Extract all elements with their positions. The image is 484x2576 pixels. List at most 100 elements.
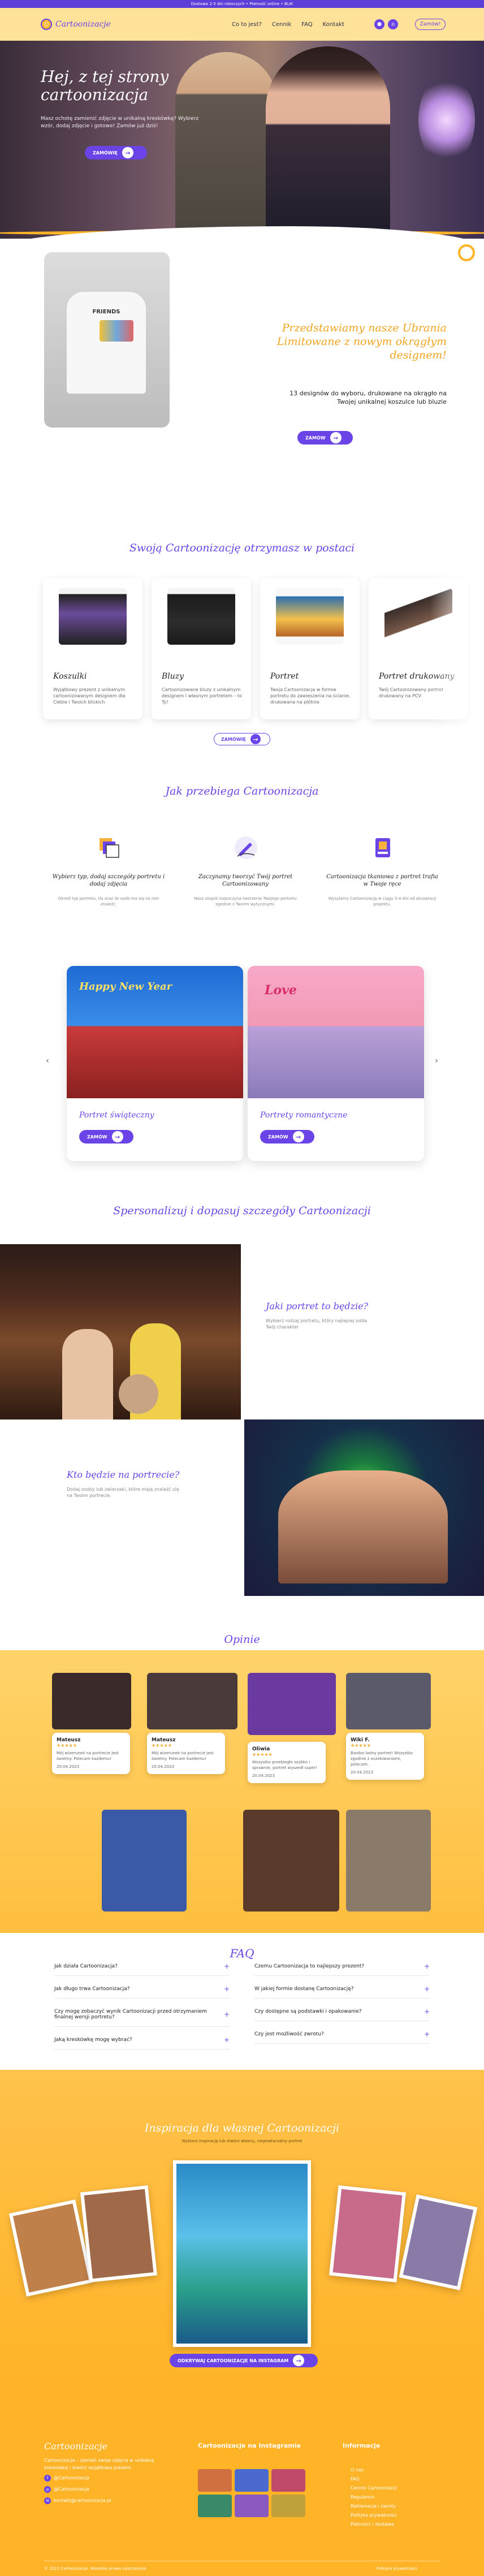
personalize-q2-title: Kto będzie na portrecie? — [67, 1469, 180, 1480]
review-author: Wiki F. — [351, 1737, 370, 1743]
footer-gallery — [198, 2469, 305, 2517]
footer-copyright: © 2023 Cartoonizacje. Wszelkie prawa zas… — [44, 2566, 148, 2571]
products-order-button[interactable]: ZAMÓWIĘ → — [214, 733, 270, 745]
review-photo — [346, 1810, 431, 1911]
faq-question: Czy dostępne są podstawki i opakowanie? — [254, 2008, 362, 2014]
footer-facebook[interactable]: f @Cartoonizacja — [44, 2474, 111, 2483]
hero-order-button[interactable]: ZAMÓWIĘ → — [85, 146, 147, 159]
portrait-order-button[interactable]: ZAMÓW → — [79, 1130, 133, 1144]
footer-policy-link[interactable]: Polityka prywatności — [377, 2565, 417, 2573]
hero-glow-decoration — [418, 75, 475, 165]
instagram-icon: ◎ — [44, 2486, 51, 2493]
product-card-koszulki[interactable]: Koszulki Wyjątkowy prezent z unikalnym c… — [43, 578, 142, 719]
review-date: 20.04.2023 — [252, 1774, 275, 1778]
review-photo — [248, 1673, 336, 1735]
limited-order-button[interactable]: ZAMÓW → — [297, 431, 353, 445]
product-name: Portret — [270, 672, 299, 681]
review-date: 20.04.2023 — [152, 1764, 175, 1769]
footer-link[interactable]: Cennik Cartoonizacji — [351, 2484, 397, 2493]
expand-icon: + — [223, 2010, 230, 2018]
review-card: Wiki F. ★★★★★ Bardzo ładny portret! Wszy… — [346, 1733, 424, 1780]
portrait-order-button[interactable]: ZAMÓW → — [260, 1130, 314, 1144]
process-title: Jak przebiega Cartoonizacja — [165, 785, 319, 797]
footer-link[interactable]: Regulamin — [351, 2493, 397, 2502]
faq-item[interactable]: Czy dostępne są podstawki i opakowanie? + — [254, 2002, 430, 2021]
expand-icon: + — [424, 1962, 430, 1970]
faq-item[interactable]: Czy jest możliwość zwrotu? + — [254, 2025, 430, 2044]
nav-link-faq[interactable]: FAQ — [301, 21, 312, 28]
inspiration-card — [80, 2185, 158, 2282]
review-photo — [243, 1810, 339, 1911]
limited-text: 13 designów do wyboru, drukowane na okrą… — [289, 390, 447, 405]
products-title: Swoją Cartoonizację otrzymasz w postaci — [129, 542, 355, 554]
carousel-prev-icon[interactable]: ‹ — [42, 1056, 53, 1068]
portrait-name: Portret świąteczny — [79, 1111, 154, 1120]
order-button[interactable]: Zamów! — [415, 19, 446, 30]
review-text: Mój wizerunek na portrecie jest świetny.… — [152, 1751, 214, 1761]
footer-link[interactable]: Reklamacje i zwroty — [351, 2502, 397, 2511]
footer-links: O nas FAQ Cennik Cartoonizacji Regulamin… — [351, 2466, 397, 2529]
instagram-button[interactable]: ODKRYWAJ CARTOONIZACJE NA INSTAGRAM → — [170, 2354, 318, 2367]
product-image — [59, 588, 127, 645]
faq-item[interactable]: Jak długo trwa Cartoonizacja? + — [54, 1979, 230, 1999]
review-stars: ★★★★★ — [351, 1743, 371, 1748]
footer-link[interactable]: FAQ — [351, 2475, 397, 2484]
top-announcement-bar: Dostawa 2-5 dni roboczych • Płatność onl… — [0, 0, 484, 8]
review-author: Mateusz — [152, 1737, 176, 1743]
faq-item[interactable]: Czy mogę zobaczyć wynik Cartoonizacji pr… — [54, 2002, 230, 2027]
faq-question: Czemu Cartoonizacja to najlepszy prezent… — [254, 1963, 365, 1969]
footer-link[interactable]: Polityka prywatności — [351, 2511, 397, 2520]
footer-email[interactable]: ✉ kontakt@cartoonizacja.pl — [44, 2496, 111, 2505]
cart-icon[interactable]: ⌂ — [388, 19, 398, 29]
faq-question: W jakiej formie dostanę Cartoonizację? — [254, 1986, 354, 1992]
decorative-circle-icon — [458, 244, 475, 261]
footer-link[interactable]: Płatności i dostawa — [351, 2520, 397, 2529]
portrait-card-christmas[interactable]: Happy New Year Portret świąteczny ZAMÓW … — [67, 966, 243, 1161]
review-card: Mateusz ★★★★★ Mój wizerunek na portrecie… — [52, 1733, 130, 1774]
portrait-banner: Happy New Year — [79, 981, 172, 993]
faq-item[interactable]: Jak działa Cartoonizacja? + — [54, 1957, 230, 1976]
footer-instagram[interactable]: ◎ @Cartoonizacja — [44, 2485, 111, 2494]
instagram-button-label: ODKRYWAJ CARTOONIZACJE NA INSTAGRAM — [178, 2358, 289, 2363]
gallery-thumbnail[interactable] — [271, 2495, 305, 2517]
personalize-q1-title: Jaki portret to będzie? — [266, 1301, 369, 1311]
faq-question: Czy jest możliwość zwrotu? — [254, 2031, 324, 2037]
personalize-q2-text: Dodaj osoby lub zwierzaki, które mają zn… — [67, 1487, 179, 1498]
nav-link-pricing[interactable]: Cennik — [272, 21, 291, 28]
faq-item[interactable]: Jaką kreskówkę mogę wybrać? + — [54, 2030, 230, 2049]
nav-icons: ● ⌂ — [374, 19, 398, 29]
footer-link[interactable]: O nas — [351, 2466, 397, 2475]
product-card-bluzy[interactable]: Bluzy Cartoonizowane bluzy z unikalnym d… — [152, 578, 251, 719]
portrait-image: Love — [248, 966, 424, 1098]
product-card-portret[interactable]: Portret Twoja Cartoonizacja w formie por… — [260, 578, 360, 719]
step-2-title: Zaczynamy tworzyć Twój portret Cartooniz… — [198, 874, 293, 887]
gallery-thumbnail[interactable] — [235, 2495, 269, 2517]
group-figures — [278, 1470, 448, 1583]
user-icon[interactable]: ● — [374, 19, 384, 29]
layers-icon — [100, 838, 119, 858]
delivery-box-icon — [375, 838, 390, 857]
expand-icon: + — [424, 2030, 430, 2038]
review-card: Mateusz ★★★★★ Mój wizerunek na portrecie… — [147, 1733, 225, 1774]
figure-dog — [119, 1374, 158, 1414]
nav-link-contact[interactable]: Kontakt — [323, 21, 344, 28]
expand-icon: + — [424, 2007, 430, 2016]
tshirt-image: FRIENDS — [44, 252, 170, 428]
gallery-thumbnail[interactable] — [271, 2469, 305, 2492]
gallery-thumbnail[interactable] — [235, 2469, 269, 2492]
gallery-thumbnail[interactable] — [198, 2469, 232, 2492]
gallery-thumbnail[interactable] — [198, 2495, 232, 2517]
nav-link-about[interactable]: Co to jest? — [232, 21, 262, 28]
announcement-text: Dostawa 2-5 dni roboczych • Płatność onl… — [191, 2, 293, 6]
footer-instagram-label: @Cartoonizacja — [54, 2487, 89, 2492]
hero-order-label: ZAMÓWIĘ — [93, 150, 118, 156]
portrait-card-romantic[interactable]: Love Portrety romantyczne ZAMÓW → — [248, 966, 424, 1161]
faq-item[interactable]: W jakiej formie dostanę Cartoonizację? + — [254, 1979, 430, 1999]
review-card: Oliwia ★★★★★ Wszystko przebiegło szybko … — [248, 1742, 326, 1783]
product-image — [276, 588, 344, 645]
logo[interactable]: ☺ Cartoonizacje — [41, 19, 131, 30]
carousel-next-icon[interactable]: › — [431, 1056, 442, 1068]
product-image — [167, 588, 235, 645]
product-desc: Wyjątkowy prezent z unikalnym cartoonizo… — [53, 687, 126, 705]
faq-item[interactable]: Czemu Cartoonizacja to najlepszy prezent… — [254, 1957, 430, 1976]
